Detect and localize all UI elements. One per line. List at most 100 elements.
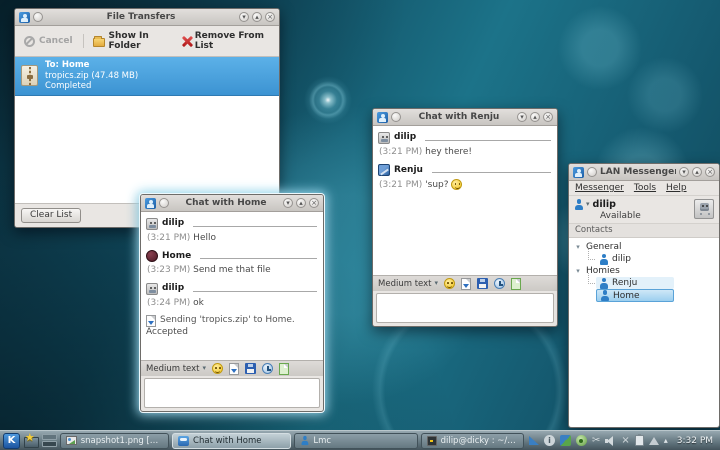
menu-tools[interactable]: Tools	[634, 183, 656, 193]
history-button[interactable]	[494, 278, 505, 289]
sender-rule	[432, 172, 551, 173]
window-title: LAN Messenger	[600, 167, 676, 177]
emoticon-button[interactable]	[212, 363, 223, 374]
message-text: hey there!	[425, 147, 472, 157]
sender-name: dilip	[162, 217, 184, 230]
window-title: Chat with Renju	[404, 112, 514, 122]
network-manager-icon[interactable]	[560, 435, 571, 446]
send-file-button[interactable]	[461, 278, 471, 290]
chevron-down-icon: ▾	[202, 365, 206, 372]
font-size-selector[interactable]: Medium text ▾	[378, 279, 438, 289]
minimize-button[interactable]: ▾	[283, 198, 293, 208]
wireless-icon[interactable]	[649, 437, 659, 445]
menu-messenger[interactable]: Messenger	[575, 183, 624, 193]
group-homies[interactable]: ▾ Homies	[574, 265, 719, 277]
clipboard-icon[interactable]	[635, 435, 644, 446]
contact-name: dilip	[612, 254, 631, 264]
clear-chat-button[interactable]	[511, 278, 521, 290]
group-general[interactable]: ▾ General	[574, 241, 719, 253]
save-conversation-button[interactable]	[245, 363, 256, 374]
clear-list-button[interactable]: Clear List	[21, 208, 81, 223]
transfer-list-item[interactable]: To: Home tropics.zip (47.48 MB) Complete…	[15, 57, 279, 96]
expander-icon[interactable]: ▾	[574, 243, 582, 251]
menu-bar: Messenger Tools Help	[569, 181, 719, 196]
message-input[interactable]	[145, 379, 319, 407]
maximize-button[interactable]: ▴	[530, 112, 540, 122]
shade-button[interactable]	[33, 12, 43, 22]
font-size-selector[interactable]: Medium text ▾	[146, 364, 206, 374]
titlebar-chat-home[interactable]: Chat with Home ▾ ▴ ×	[141, 195, 323, 212]
cancel-button[interactable]: Cancel	[21, 34, 76, 49]
chat-format-toolbar: Medium text ▾	[141, 360, 323, 376]
titlebar-file-transfers[interactable]: File Transfers ▾ ▴ ×	[15, 9, 279, 26]
self-name: dilip	[593, 199, 616, 210]
close-button[interactable]: ×	[265, 12, 275, 22]
input-switcher-icon[interactable]: ×	[621, 436, 629, 446]
clock[interactable]: 3:32 PM	[673, 436, 717, 446]
desktop: File Transfers ▾ ▴ × Cancel Show In Fold…	[0, 0, 720, 450]
info-tray-icon[interactable]: i	[544, 435, 555, 446]
maximize-button[interactable]: ▴	[692, 167, 702, 177]
window-title: File Transfers	[46, 12, 236, 22]
shade-button[interactable]	[391, 112, 401, 122]
expander-icon[interactable]: ▾	[574, 267, 582, 275]
transfer-notice-status: Accepted	[146, 327, 318, 337]
transfer-status: Completed	[45, 81, 138, 92]
chat-history[interactable]: dilip (3:21 PM) Hello Home (3:23 PM) Sen…	[141, 212, 323, 360]
close-button[interactable]: ×	[543, 112, 553, 122]
desktop-pager[interactable]	[42, 433, 57, 448]
klipper-scissors-icon[interactable]: ✂	[592, 436, 600, 446]
display-tray-icon[interactable]	[529, 436, 539, 445]
contact-home-selected[interactable]: Home	[596, 289, 674, 302]
remove-from-list-button[interactable]: Remove From List	[179, 29, 273, 53]
window-chat-renju: Chat with Renju ▾ ▴ × dilip (3:21 PM) he…	[372, 108, 558, 327]
window-title: Chat with Home	[172, 198, 280, 208]
save-conversation-button[interactable]	[477, 278, 488, 289]
status-selector[interactable]: ▾ dilip	[586, 199, 691, 210]
minimize-button[interactable]: ▾	[517, 112, 527, 122]
self-avatar[interactable]	[694, 199, 714, 219]
history-button[interactable]	[262, 363, 273, 374]
remove-icon	[182, 36, 191, 47]
contact-name: Renju	[612, 278, 637, 288]
menu-help[interactable]: Help	[666, 183, 687, 193]
gear-icon[interactable]	[576, 435, 587, 446]
group-general-members: dilip	[587, 253, 719, 265]
task-label: dilip@dicky : ~/Documents	[441, 436, 518, 446]
contact-dilip[interactable]: dilip	[596, 253, 719, 265]
titlebar-lan-messenger[interactable]: LAN Messenger ▾ ▴ ×	[569, 164, 719, 181]
message-input[interactable]	[377, 294, 553, 322]
message-sender-row: dilip	[146, 217, 318, 230]
send-file-button[interactable]	[229, 363, 239, 375]
shade-button[interactable]	[159, 198, 169, 208]
file-transfers-toolbar: Cancel Show In Folder Remove From List	[15, 26, 279, 57]
transfer-recipient: To: Home	[45, 60, 138, 71]
taskbar-item-lmc[interactable]: Lmc	[294, 433, 417, 449]
emoticon-button[interactable]	[444, 278, 455, 289]
message-time: (3:21 PM)	[379, 180, 422, 190]
taskbar-item-chat-home[interactable]: Chat with Home	[172, 433, 291, 449]
shade-button[interactable]	[587, 167, 597, 177]
minimize-button[interactable]: ▾	[679, 167, 689, 177]
message-time: (3:23 PM)	[147, 265, 190, 275]
lmc-app-icon	[19, 12, 30, 23]
kde-menu-button[interactable]: K	[3, 433, 20, 449]
maximize-button[interactable]: ▴	[252, 12, 262, 22]
close-button[interactable]: ×	[309, 198, 319, 208]
chat-history[interactable]: dilip (3:21 PM) hey there! Renju (3:21 P…	[373, 126, 557, 275]
contact-renju[interactable]: Renju	[596, 277, 674, 289]
close-button[interactable]: ×	[705, 167, 715, 177]
taskbar-item-image-editor[interactable]: snapshot1.png [modified] –	[60, 433, 169, 449]
taskbar-item-konsole[interactable]: dilip@dicky : ~/Documents	[421, 433, 524, 449]
message-input-area	[376, 293, 554, 323]
clear-chat-button[interactable]	[279, 363, 289, 375]
message-text: Hello	[193, 233, 216, 243]
favorites-folder-button[interactable]: ★	[23, 433, 39, 448]
chat-message: (3:24 PM) ok	[147, 298, 318, 308]
show-in-folder-button[interactable]: Show In Folder	[90, 29, 173, 53]
maximize-button[interactable]: ▴	[296, 198, 306, 208]
expand-tray-icon[interactable]: ▴	[664, 437, 668, 445]
minimize-button[interactable]: ▾	[239, 12, 249, 22]
titlebar-chat-renju[interactable]: Chat with Renju ▾ ▴ ×	[373, 109, 557, 126]
volume-icon[interactable]	[605, 436, 616, 446]
